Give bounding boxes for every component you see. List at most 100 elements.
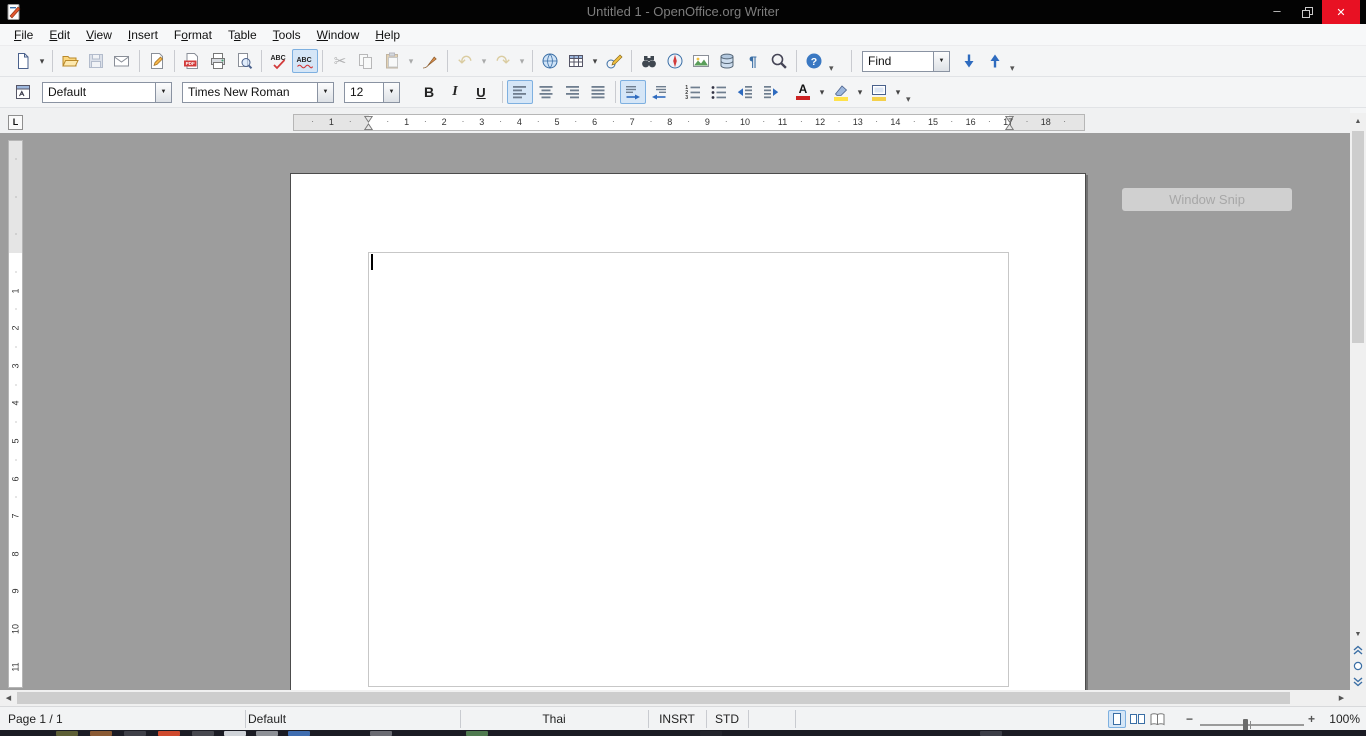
right-to-left-button[interactable]: [646, 80, 672, 104]
increase-indent-button[interactable]: [758, 80, 784, 104]
bold-button[interactable]: B: [416, 80, 442, 104]
horizontal-scrollbar-thumb[interactable]: [17, 692, 1290, 704]
menu-insert[interactable]: Insert: [120, 25, 166, 45]
menu-help[interactable]: Help: [367, 25, 408, 45]
redo-dropdown[interactable]: [516, 49, 528, 73]
menu-table[interactable]: Table: [220, 25, 265, 45]
new-document-button[interactable]: [10, 49, 36, 73]
print-button[interactable]: [205, 49, 231, 73]
draw-functions-button[interactable]: [601, 49, 627, 73]
selection-mode-field[interactable]: STD: [706, 707, 748, 731]
menu-window[interactable]: Window: [309, 25, 368, 45]
insert-table-dropdown[interactable]: [589, 49, 601, 73]
styles-and-formatting-button[interactable]: [10, 80, 36, 104]
font-color-button[interactable]: A: [790, 80, 816, 104]
font-name-dropdown-icon[interactable]: [317, 82, 333, 102]
taskbar-app-icon[interactable]: [700, 731, 722, 736]
view-book-button[interactable]: [1148, 710, 1166, 728]
new-document-dropdown[interactable]: [36, 49, 48, 73]
spellcheck-button[interactable]: ABC: [266, 49, 292, 73]
next-page-button[interactable]: [1350, 674, 1366, 690]
horizontal-scrollbar[interactable]: [0, 690, 1350, 706]
navigator-button[interactable]: [662, 49, 688, 73]
paragraph-style-combobox[interactable]: Default: [42, 81, 172, 103]
restore-button[interactable]: [1292, 0, 1322, 24]
font-size-combobox[interactable]: 12: [344, 81, 400, 103]
language-field[interactable]: Thai: [460, 707, 648, 731]
find-combobox[interactable]: Find: [862, 50, 950, 72]
find-previous-button[interactable]: [982, 49, 1008, 73]
decrease-indent-button[interactable]: [732, 80, 758, 104]
scroll-up-button[interactable]: [1350, 113, 1366, 129]
auto-spellcheck-button[interactable]: ABC: [292, 49, 318, 73]
taskbar-app-icon[interactable]: [256, 731, 278, 736]
scroll-right-button[interactable]: [1333, 690, 1350, 706]
paragraph-style-dropdown-icon[interactable]: [155, 82, 171, 102]
paste-button[interactable]: [379, 49, 405, 73]
taskbar-app-icon[interactable]: [158, 731, 180, 736]
taskbar-app-icon[interactable]: [90, 731, 112, 736]
redo-button[interactable]: ↷: [490, 49, 516, 73]
email-button[interactable]: [109, 49, 135, 73]
menu-tools[interactable]: Tools: [265, 25, 309, 45]
minimize-button[interactable]: [1262, 0, 1292, 24]
background-color-dropdown[interactable]: [892, 80, 904, 104]
find-next-button[interactable]: [956, 49, 982, 73]
vertical-scrollbar-thumb[interactable]: [1352, 131, 1364, 343]
insert-table-button[interactable]: [563, 49, 589, 73]
menu-format[interactable]: Format: [166, 25, 220, 45]
document-page[interactable]: [290, 173, 1086, 690]
hyperlink-button[interactable]: [537, 49, 563, 73]
scroll-left-button[interactable]: [0, 690, 17, 706]
menu-view[interactable]: View: [78, 25, 120, 45]
taskbar-app-icon[interactable]: [192, 731, 214, 736]
align-center-button[interactable]: [533, 80, 559, 104]
undo-dropdown[interactable]: [478, 49, 490, 73]
taskbar-app-icon[interactable]: [466, 731, 488, 736]
insert-mode-field[interactable]: INSRT: [648, 707, 706, 731]
cut-button[interactable]: ✂: [327, 49, 353, 73]
left-to-right-button[interactable]: [620, 80, 646, 104]
align-right-button[interactable]: [559, 80, 585, 104]
zoom-in-button[interactable]: [1308, 707, 1315, 731]
vertical-scrollbar[interactable]: [1350, 113, 1366, 690]
taskbar-app-icon[interactable]: [288, 731, 310, 736]
page-preview-button[interactable]: [231, 49, 257, 73]
font-color-dropdown[interactable]: [816, 80, 828, 104]
font-name-combobox[interactable]: Times New Roman: [182, 81, 334, 103]
zoom-level[interactable]: 100%: [1322, 707, 1360, 731]
underline-button[interactable]: U: [468, 80, 494, 104]
close-button[interactable]: [1322, 0, 1360, 24]
data-sources-button[interactable]: [714, 49, 740, 73]
numbered-list-button[interactable]: 123: [680, 80, 706, 104]
taskbar-app-icon[interactable]: [56, 731, 78, 736]
copy-button[interactable]: [353, 49, 379, 73]
help-button[interactable]: ?: [801, 49, 827, 73]
horizontal-ruler[interactable]: 1 1 2 3 4 5 6 7 8 9 10 11 12 13 14 15 16 17 18 · · · · · · · · · · · ·…: [293, 114, 1085, 131]
justify-button[interactable]: [585, 80, 611, 104]
navigation-button[interactable]: [1350, 658, 1366, 674]
page-style-field[interactable]: Default: [248, 707, 286, 731]
save-button[interactable]: [83, 49, 109, 73]
paste-dropdown[interactable]: [405, 49, 417, 73]
menu-file[interactable]: File: [6, 25, 41, 45]
page-indicator[interactable]: Page 1 / 1: [8, 707, 63, 731]
tab-stop-selector[interactable]: L: [8, 115, 23, 130]
left-indent-marker[interactable]: [364, 116, 373, 130]
format-paintbrush-button[interactable]: [417, 49, 443, 73]
view-single-page-button[interactable]: [1108, 710, 1126, 728]
taskbar-app-icon[interactable]: [124, 731, 146, 736]
undo-button[interactable]: ↶: [452, 49, 478, 73]
previous-page-button[interactable]: [1350, 642, 1366, 658]
open-button[interactable]: [57, 49, 83, 73]
taskbar-app-icon[interactable]: [980, 731, 1002, 736]
find-dropdown-icon[interactable]: [933, 51, 949, 71]
export-pdf-button[interactable]: PDF: [179, 49, 205, 73]
vertical-ruler[interactable]: 1 2 3 4 5 6 7 8 9 10 11 · · · · · · · · · ·: [8, 140, 23, 688]
scroll-down-button[interactable]: [1350, 626, 1366, 642]
bullet-list-button[interactable]: [706, 80, 732, 104]
menu-edit[interactable]: Edit: [41, 25, 78, 45]
gallery-button[interactable]: [688, 49, 714, 73]
formatting-toolbar-options[interactable]: [904, 79, 918, 105]
view-multi-page-button[interactable]: [1128, 710, 1146, 728]
